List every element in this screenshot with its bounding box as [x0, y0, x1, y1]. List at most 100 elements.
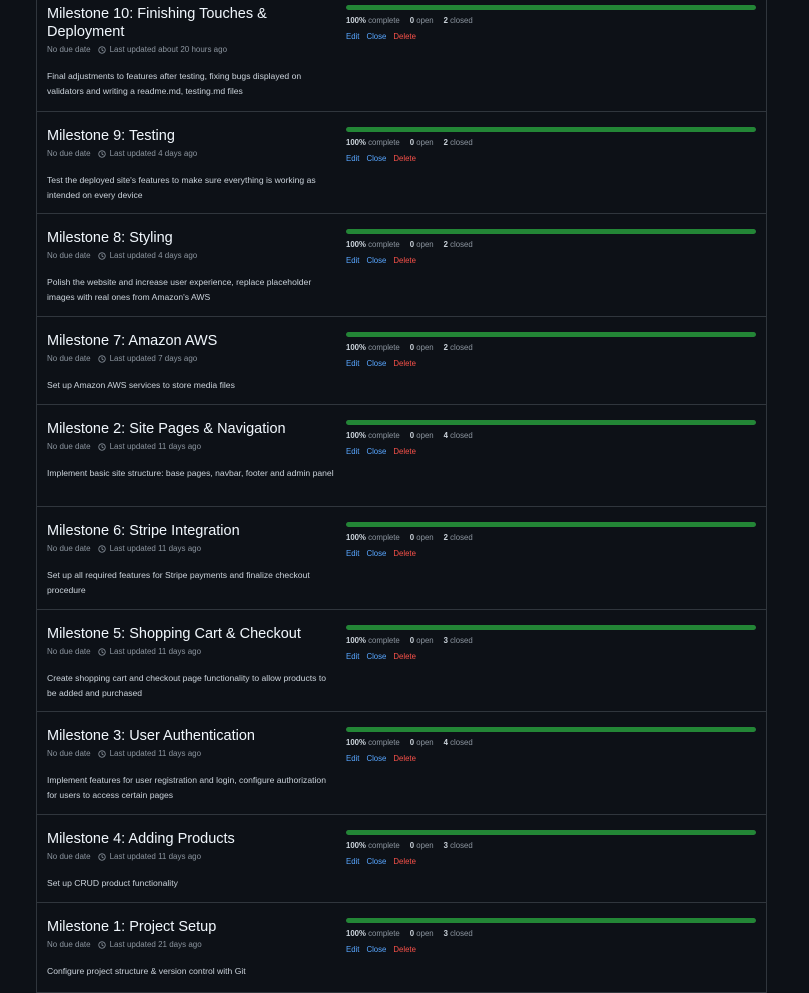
milestone-actions: Edit Close Delete [346, 945, 756, 955]
milestone-title[interactable]: Milestone 9: Testing [47, 127, 337, 145]
edit-link[interactable]: Edit [346, 256, 359, 266]
stat-closed[interactable]: 2 closed [444, 343, 473, 353]
milestone-description: Configure project structure & version co… [47, 966, 246, 976]
delete-link[interactable]: Delete [393, 32, 416, 42]
close-link[interactable]: Close [366, 549, 386, 559]
milestone-title[interactable]: Milestone 4: Adding Products [47, 830, 337, 848]
progress-bar [346, 918, 756, 923]
stat-open[interactable]: 0 open [410, 636, 434, 646]
stat-closed[interactable]: 4 closed [444, 738, 473, 748]
progress-bar [346, 522, 756, 527]
stat-closed[interactable]: 3 closed [444, 841, 473, 851]
edit-link[interactable]: Edit [346, 652, 359, 662]
stat-closed[interactable]: 2 closed [444, 240, 473, 250]
milestone-title[interactable]: Milestone 7: Amazon AWS [47, 332, 337, 350]
stat-open[interactable]: 0 open [410, 929, 434, 939]
edit-link[interactable]: Edit [346, 447, 359, 457]
delete-link[interactable]: Delete [393, 549, 416, 559]
milestone-info: Milestone 9: Testing No due date Last up… [47, 127, 337, 213]
stat-closed[interactable]: 2 closed [444, 533, 473, 543]
clock-icon [97, 852, 106, 861]
milestone-meta: No due date Last updated 4 days ago [47, 250, 337, 261]
milestone-item: Milestone 1: Project Setup No due date L… [37, 903, 766, 993]
close-link[interactable]: Close [366, 447, 386, 457]
progress-fill [346, 625, 756, 630]
stat-open[interactable]: 0 open [410, 841, 434, 851]
milestone-actions: Edit Close Delete [346, 32, 756, 42]
stat-closed[interactable]: 2 closed [444, 138, 473, 148]
clock-icon [97, 647, 106, 656]
stat-open[interactable]: 0 open [410, 738, 434, 748]
stat-open[interactable]: 0 open [410, 533, 434, 543]
close-link[interactable]: Close [366, 154, 386, 164]
last-updated: Last updated 4 days ago [109, 149, 198, 158]
milestone-item: Milestone 4: Adding Products No due date… [37, 815, 766, 903]
stat-closed[interactable]: 4 closed [444, 431, 473, 441]
milestone-title[interactable]: Milestone 1: Project Setup [47, 918, 337, 936]
stat-open[interactable]: 0 open [410, 343, 434, 353]
edit-link[interactable]: Edit [346, 549, 359, 559]
milestone-progress-panel: 100% complete 0 open 3 closed Edit Close… [346, 830, 756, 902]
due-date: No due date [47, 251, 91, 260]
close-link[interactable]: Close [366, 857, 386, 867]
milestone-stats: 100% complete 0 open 2 closed [346, 138, 756, 148]
edit-link[interactable]: Edit [346, 359, 359, 369]
edit-link[interactable]: Edit [346, 945, 359, 955]
stat-open[interactable]: 0 open [410, 431, 434, 441]
stat-complete: 100% complete [346, 431, 400, 440]
due-date: No due date [47, 940, 91, 949]
milestone-title[interactable]: Milestone 3: User Authentication [47, 727, 337, 745]
milestone-actions: Edit Close Delete [346, 754, 756, 764]
milestone-actions: Edit Close Delete [346, 256, 756, 266]
milestone-title[interactable]: Milestone 5: Shopping Cart & Checkout [47, 625, 337, 643]
delete-link[interactable]: Delete [393, 945, 416, 955]
milestone-title[interactable]: Milestone 10: Finishing Touches & Deploy… [47, 5, 337, 41]
clock-icon [97, 45, 106, 54]
close-link[interactable]: Close [366, 945, 386, 955]
milestone-meta: No due date Last updated 11 days ago [47, 748, 337, 759]
stat-open[interactable]: 0 open [410, 240, 434, 250]
milestone-item: Milestone 6: Stripe Integration No due d… [37, 507, 766, 610]
milestone-stats: 100% complete 0 open 4 closed [346, 431, 756, 441]
milestone-info: Milestone 7: Amazon AWS No due date Last… [47, 332, 337, 404]
clock-icon [97, 544, 106, 553]
stat-closed[interactable]: 3 closed [444, 929, 473, 939]
milestone-description: Set up all required features for Stripe … [47, 570, 310, 595]
milestone-meta: No due date Last updated 7 days ago [47, 353, 337, 364]
delete-link[interactable]: Delete [393, 652, 416, 662]
stat-open[interactable]: 0 open [410, 138, 434, 148]
stat-complete: 100% complete [346, 841, 400, 850]
delete-link[interactable]: Delete [393, 359, 416, 369]
delete-link[interactable]: Delete [393, 857, 416, 867]
close-link[interactable]: Close [366, 359, 386, 369]
close-link[interactable]: Close [366, 32, 386, 42]
stat-open[interactable]: 0 open [410, 16, 434, 26]
stat-closed[interactable]: 2 closed [444, 16, 473, 26]
edit-link[interactable]: Edit [346, 857, 359, 867]
delete-link[interactable]: Delete [393, 256, 416, 266]
edit-link[interactable]: Edit [346, 754, 359, 764]
close-link[interactable]: Close [366, 754, 386, 764]
milestone-title[interactable]: Milestone 6: Stripe Integration [47, 522, 337, 540]
progress-bar [346, 229, 756, 234]
milestone-description: Test the deployed site's features to mak… [47, 175, 316, 200]
milestone-actions: Edit Close Delete [346, 154, 756, 164]
close-link[interactable]: Close [366, 256, 386, 266]
milestone-progress-panel: 100% complete 0 open 2 closed Edit Close… [346, 522, 756, 609]
stat-closed[interactable]: 3 closed [444, 636, 473, 646]
delete-link[interactable]: Delete [393, 154, 416, 164]
milestone-progress-panel: 100% complete 0 open 2 closed Edit Close… [346, 229, 756, 316]
edit-link[interactable]: Edit [346, 154, 359, 164]
progress-fill [346, 127, 756, 132]
milestone-description: Set up Amazon AWS services to store medi… [47, 380, 235, 390]
milestone-description: Implement features for user registration… [47, 775, 326, 800]
edit-link[interactable]: Edit [346, 32, 359, 42]
close-link[interactable]: Close [366, 652, 386, 662]
milestone-title[interactable]: Milestone 8: Styling [47, 229, 337, 247]
milestone-info: Milestone 10: Finishing Touches & Deploy… [47, 5, 337, 111]
progress-bar [346, 5, 756, 10]
delete-link[interactable]: Delete [393, 447, 416, 457]
milestone-title[interactable]: Milestone 2: Site Pages & Navigation [47, 420, 337, 438]
due-date: No due date [47, 749, 91, 758]
delete-link[interactable]: Delete [393, 754, 416, 764]
